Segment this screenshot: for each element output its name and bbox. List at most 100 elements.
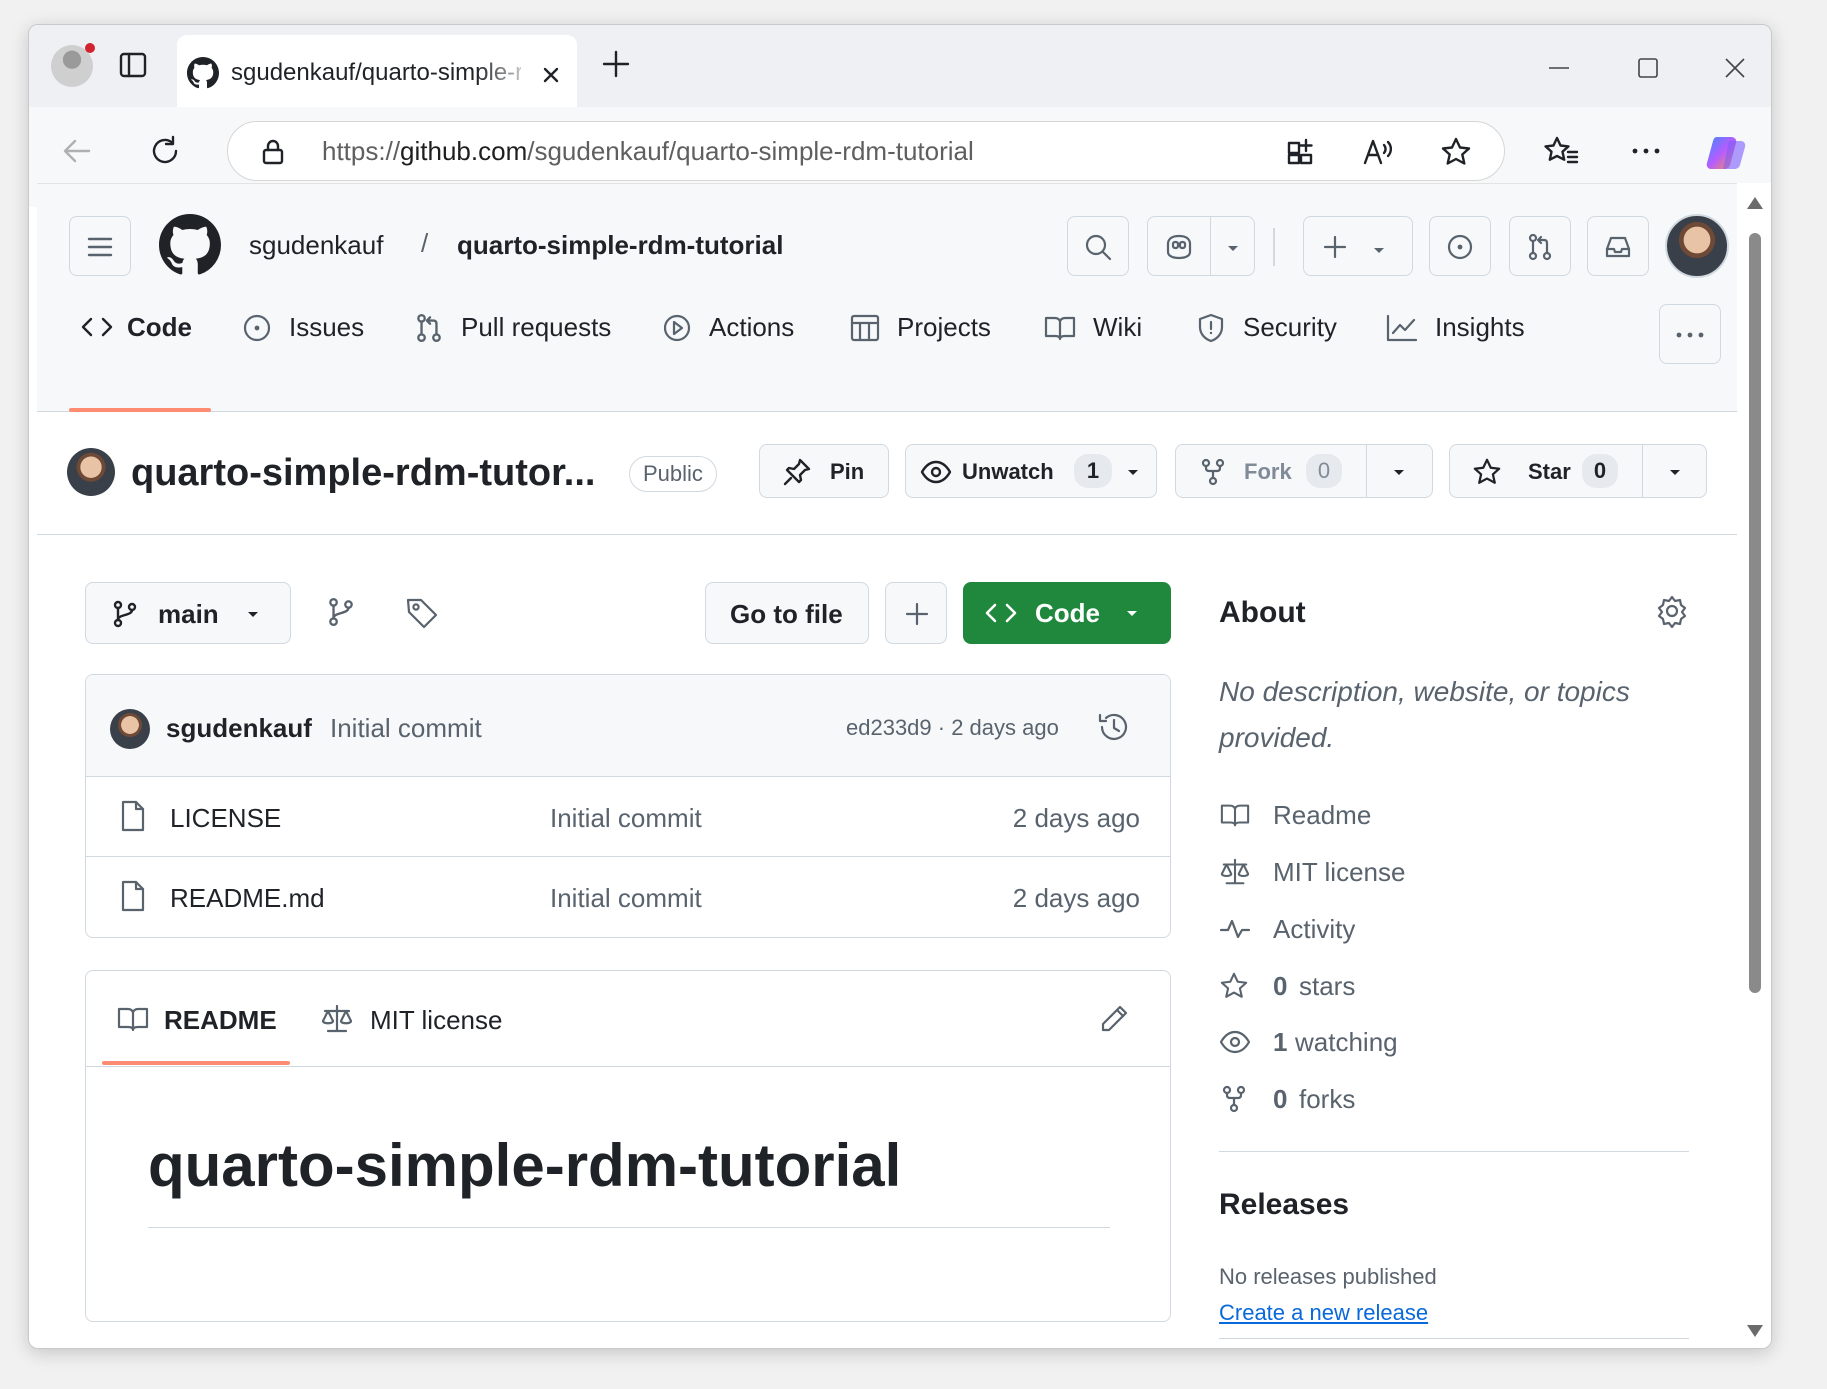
branch-select-button[interactable]: main xyxy=(85,582,291,644)
star-icon xyxy=(1473,458,1501,484)
create-new-button[interactable] xyxy=(1303,216,1413,276)
star-label: Star xyxy=(1528,459,1571,484)
issue-opened-icon xyxy=(243,314,271,342)
about-license-label: MIT license xyxy=(1273,857,1406,887)
address-bar[interactable]: https://github.com/sgudenkauf/quarto-sim… xyxy=(227,121,1505,181)
kebab-horizontal-icon xyxy=(1676,332,1704,338)
tab-wiki-label: Wiki xyxy=(1093,312,1143,342)
branches-icon[interactable] xyxy=(325,596,357,628)
scroll-down-arrow-icon[interactable] xyxy=(1745,1323,1765,1339)
github-favicon-icon xyxy=(187,57,219,89)
breadcrumb-separator: / xyxy=(421,228,429,258)
fork-button[interactable]: Fork 0 xyxy=(1175,444,1433,498)
tab-projects-label: Projects xyxy=(897,312,991,342)
unwatch-button[interactable]: Unwatch 1 xyxy=(905,444,1157,498)
readme-tab-underline xyxy=(102,1061,290,1065)
releases-title[interactable]: Releases xyxy=(1219,1188,1349,1222)
owner-avatar[interactable] xyxy=(67,448,115,496)
pin-label: Pin xyxy=(830,459,865,484)
close-tab-icon[interactable] xyxy=(539,63,563,87)
favorites-icon[interactable] xyxy=(1543,135,1579,169)
file-name[interactable]: README.md xyxy=(170,883,325,914)
repo-forked-icon xyxy=(1201,458,1225,486)
hamburger-menu-button[interactable] xyxy=(69,216,131,276)
github-logo-icon[interactable] xyxy=(159,214,221,276)
book-icon xyxy=(117,1007,149,1032)
scrollbar-thumb[interactable] xyxy=(1749,233,1761,993)
copilot-button[interactable] xyxy=(1147,216,1255,276)
maximize-icon[interactable] xyxy=(1635,55,1661,81)
vertical-scrollbar[interactable] xyxy=(1737,183,1771,1348)
code-dropdown-icon xyxy=(1127,611,1137,616)
user-avatar[interactable] xyxy=(1665,214,1729,278)
favorite-star-icon[interactable] xyxy=(1440,136,1472,168)
pull-requests-shortcut-button[interactable] xyxy=(1509,216,1571,276)
go-to-file-button[interactable]: Go to file xyxy=(705,582,869,644)
table-row[interactable]: LICENSE Initial commit 2 days ago xyxy=(86,777,1170,857)
create-release-link[interactable]: Create a new release xyxy=(1219,1300,1428,1326)
search-button[interactable] xyxy=(1067,216,1129,276)
active-tab[interactable]: sgudenkauf/quarto-simple-rdm-t xyxy=(177,35,577,107)
code-button-label: Code xyxy=(1035,598,1100,628)
file-icon xyxy=(121,800,145,832)
about-activity-label: Activity xyxy=(1273,914,1356,944)
breadcrumb-repo[interactable]: quarto-simple-rdm-tutorial xyxy=(457,230,783,261)
commit-message[interactable]: Initial commit xyxy=(330,713,482,744)
history-icon[interactable] xyxy=(1096,709,1132,745)
sidebar-divider xyxy=(1219,1338,1689,1339)
readme-tab-label: README xyxy=(164,1005,277,1035)
url-text[interactable]: https://github.com/sgudenkauf/quarto-sim… xyxy=(322,136,974,167)
read-aloud-icon[interactable] xyxy=(1362,137,1394,167)
lock-icon[interactable] xyxy=(260,138,286,166)
law-icon xyxy=(321,1004,353,1033)
readme-heading: quarto-simple-rdm-tutorial xyxy=(148,1132,902,1199)
breadcrumb-owner[interactable]: sgudenkauf xyxy=(249,230,383,261)
pin-button[interactable]: Pin xyxy=(759,444,889,498)
url-prefix: https:// xyxy=(322,136,401,166)
sidebar-divider xyxy=(1219,1151,1689,1152)
file-name[interactable]: LICENSE xyxy=(170,803,281,834)
commit-meta[interactable]: ed233d9 · 2 days ago xyxy=(846,715,1059,741)
file-icon xyxy=(121,880,145,912)
copilot-icon[interactable] xyxy=(1705,131,1749,175)
back-icon[interactable] xyxy=(59,133,95,169)
app-available-icon[interactable] xyxy=(1286,137,1316,167)
browser-window: sgudenkauf/quarto-simple-rdm-t https://g… xyxy=(28,24,1772,1349)
about-readme-label: Readme xyxy=(1273,800,1372,830)
about-description-line2: provided. xyxy=(1219,722,1335,753)
copilot-dropdown-icon xyxy=(1228,246,1238,251)
license-tab-label: MIT license xyxy=(370,1005,503,1035)
add-file-button[interactable] xyxy=(885,582,947,644)
new-tab-icon[interactable] xyxy=(599,47,633,81)
pin-icon xyxy=(783,458,811,486)
minimize-icon[interactable] xyxy=(1546,55,1572,81)
fork-count: 0 xyxy=(1306,454,1342,488)
file-commit-message[interactable]: Initial commit xyxy=(550,883,702,914)
commit-author[interactable]: sgudenkauf xyxy=(166,713,312,744)
visibility-badge: Public xyxy=(629,456,717,492)
table-row[interactable]: README.md Initial commit 2 days ago xyxy=(86,857,1170,937)
book-icon xyxy=(1044,316,1076,341)
gear-icon[interactable] xyxy=(1655,594,1689,628)
tag-icon[interactable] xyxy=(405,596,439,630)
issues-shortcut-button[interactable] xyxy=(1429,216,1491,276)
pulse-icon xyxy=(1219,919,1251,939)
refresh-icon[interactable] xyxy=(147,133,183,169)
inbox-button[interactable] xyxy=(1587,216,1649,276)
scroll-up-arrow-icon[interactable] xyxy=(1745,195,1765,211)
about-stars-count: 0 xyxy=(1273,971,1288,1001)
file-commit-message[interactable]: Initial commit xyxy=(550,803,702,834)
nav-overflow-button[interactable] xyxy=(1659,304,1721,364)
play-icon xyxy=(663,314,691,342)
more-menu-icon[interactable] xyxy=(1629,139,1663,163)
vertical-tabs-icon[interactable] xyxy=(117,49,149,81)
browser-tab-bar: sgudenkauf/quarto-simple-rdm-t xyxy=(29,25,1771,107)
code-dropdown-button[interactable]: Code xyxy=(963,582,1171,644)
commit-author-avatar[interactable] xyxy=(110,709,150,749)
close-window-icon[interactable] xyxy=(1722,55,1748,81)
star-button[interactable]: Star 0 xyxy=(1449,444,1707,498)
pencil-icon[interactable] xyxy=(1098,1003,1130,1035)
repo-title[interactable]: quarto-simple-rdm-tutor... xyxy=(131,452,595,495)
github-header: sgudenkauf / quarto-simple-rdm-tutorial xyxy=(37,184,1737,412)
fork-label: Fork xyxy=(1244,459,1292,484)
